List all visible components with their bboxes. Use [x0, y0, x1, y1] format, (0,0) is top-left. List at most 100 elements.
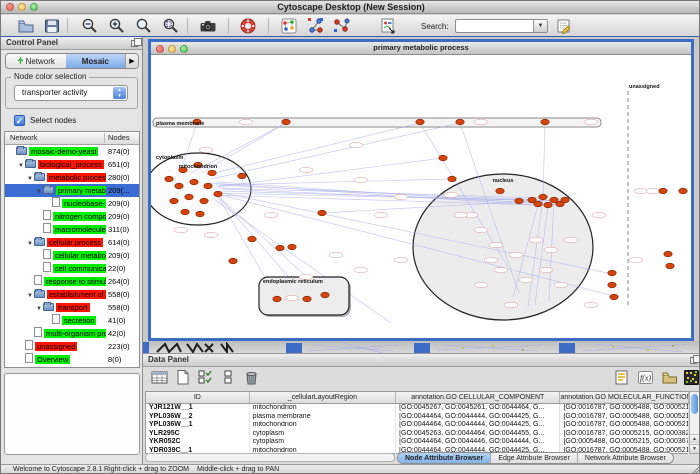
table-row[interactable]: YKR052Ccytoplasm[GO:0044464, GO:0044446,… — [146, 438, 689, 447]
table-cell[interactable]: [GO:0045267, GO:0045261, GO:0044464, G..… — [396, 404, 560, 413]
network-layout-icon[interactable] — [307, 17, 325, 35]
float-panel-icon[interactable] — [131, 40, 138, 47]
tree-row[interactable]: nucleobase-209(0) — [5, 197, 139, 210]
graph-node[interactable] — [539, 194, 547, 200]
graph-node[interactable] — [448, 176, 456, 182]
zoom-fit-icon[interactable] — [135, 17, 153, 35]
graph-node[interactable] — [608, 282, 616, 288]
tree-row[interactable]: macromolecule311(0) — [5, 223, 139, 236]
node-color-dropdown[interactable]: transporter activity ▲▼ — [14, 85, 128, 101]
network-canvas[interactable]: plasma membranecytoplasmmitochondrionnuc… — [151, 55, 691, 338]
function-builder-icon[interactable]: f(x) — [637, 369, 654, 386]
resize-grip[interactable] — [691, 466, 700, 474]
network-graph[interactable]: plasma membranecytoplasmmitochondrionnuc… — [151, 55, 691, 338]
select-attributes-icon[interactable] — [197, 369, 214, 386]
tree-row[interactable]: ▼establishment of lo558(0) — [5, 288, 139, 301]
report-icon[interactable] — [613, 369, 630, 386]
graph-node[interactable] — [561, 197, 569, 203]
table-cell[interactable]: cytoplasm — [250, 430, 396, 439]
network-view-window[interactable]: primary metabolic process plasma membran… — [148, 39, 694, 341]
graph-node[interactable] — [288, 244, 296, 250]
table-cell[interactable]: cytoplasm — [250, 438, 396, 447]
tree-row[interactable]: cell communicat22(0) — [5, 262, 139, 275]
graph-node[interactable] — [181, 209, 189, 215]
graph-node[interactable] — [273, 296, 281, 302]
graph-node[interactable] — [534, 201, 542, 207]
tree-row[interactable]: ▼primary metabo209(... — [5, 184, 139, 197]
scrollbar-thumb[interactable] — [691, 394, 698, 414]
attribute-table-icon[interactable] — [151, 369, 168, 386]
graph-node[interactable] — [416, 119, 424, 125]
search-dropdown-icon[interactable]: ▼ — [533, 19, 548, 33]
network-edit-icon[interactable] — [333, 17, 351, 35]
table-cell[interactable]: YKR052C — [146, 438, 250, 447]
tree-row[interactable]: response to stimulu264(0) — [5, 275, 139, 288]
graph-node[interactable] — [544, 202, 552, 208]
tree-row[interactable]: ▼cellular process614(0) — [5, 236, 139, 249]
snapshot-icon[interactable] — [199, 17, 217, 35]
table-row[interactable]: YJR121W__1mitochondrion[GO:0045267, GO:0… — [146, 404, 689, 413]
graph-node[interactable] — [170, 198, 178, 204]
select-nodes-checkbox[interactable]: ✓ — [14, 115, 25, 126]
graph-node[interactable] — [185, 194, 193, 200]
table-cell[interactable]: [GO:0016787, GO:0005488, GO:0005215, G..… — [560, 413, 689, 422]
save-icon[interactable] — [43, 17, 61, 35]
graph-node[interactable] — [541, 119, 549, 125]
tree-row[interactable]: unassigned223(0) — [5, 340, 139, 353]
table-row[interactable]: YPL036W__2plasma membrane[GO:0044464, GO… — [146, 413, 689, 422]
table-column-header[interactable]: annotation.GO CELLULAR_COMPONENT — [396, 392, 560, 403]
graph-node[interactable] — [679, 188, 687, 194]
graph-node[interactable] — [248, 236, 256, 242]
search-input[interactable] — [455, 19, 533, 33]
matrix-icon[interactable] — [683, 369, 700, 386]
graph-node[interactable] — [610, 294, 618, 300]
vizmapper-icon[interactable] — [280, 17, 298, 35]
table-cell[interactable]: [GO:0045263, GO:0044464, GO:0044455, G..… — [396, 430, 560, 439]
annotation-icon[interactable] — [379, 17, 397, 35]
table-row[interactable]: YLR295Ccytoplasm[GO:0045263, GO:0044464,… — [146, 430, 689, 439]
table-column-header[interactable]: ID — [146, 392, 250, 403]
tree-row[interactable]: nitrogen compo209(0) — [5, 210, 139, 223]
graph-node[interactable] — [200, 198, 208, 204]
table-cell[interactable]: mitochondrion — [250, 404, 396, 413]
import-attributes-icon[interactable] — [661, 369, 678, 386]
table-cell[interactable]: [GO:0016787, GO:0005488, GO:0005215, G..… — [560, 421, 689, 430]
zoom-selected-icon[interactable] — [162, 17, 180, 35]
graph-node[interactable] — [214, 191, 222, 197]
table-cell[interactable]: [GO:0044464, GO:0044446, GO:0044444, G..… — [396, 438, 560, 447]
table-row[interactable]: YPL036W__1mitochondrion[GO:0044464, GO:0… — [146, 421, 689, 430]
table-cell[interactable]: mitochondrion — [250, 421, 396, 430]
table-cell[interactable]: YPL036W__1 — [146, 421, 250, 430]
table-cell[interactable]: YJR121W__1 — [146, 404, 250, 413]
graph-node[interactable] — [515, 198, 523, 204]
graph-node[interactable] — [190, 179, 198, 185]
tree-row[interactable]: secretion41(0) — [5, 314, 139, 327]
graph-node[interactable] — [659, 188, 667, 194]
graph-node[interactable] — [196, 211, 204, 217]
network-view-titlebar[interactable]: primary metabolic process — [151, 42, 691, 55]
scroll-up-icon[interactable]: ▲ — [690, 434, 699, 443]
graph-node[interactable] — [175, 183, 183, 189]
tree-column-network[interactable]: Network — [10, 132, 38, 144]
open-icon[interactable] — [17, 17, 35, 35]
table-cell[interactable]: YPL036W__2 — [146, 413, 250, 422]
tree-row[interactable]: ▼metabolic process280(0) — [5, 171, 139, 184]
table-column-header[interactable]: _cellularLayoutRegion — [250, 392, 396, 403]
search-options-icon[interactable] — [555, 17, 573, 35]
graph-node[interactable] — [439, 155, 447, 161]
table-column-header[interactable]: annotation.GO MOLECULAR_FUNCTION — [560, 392, 689, 403]
tree-row[interactable]: ▼transport558(0) — [5, 301, 139, 314]
tab-overflow-icon[interactable]: ▶ — [125, 54, 138, 68]
table-cell[interactable]: [GO:0016787, GO:0005488, GO:0005215, G..… — [560, 404, 689, 413]
graph-node[interactable] — [664, 251, 672, 257]
table-cell[interactable]: [GO:0044464, GO:0044444, GO:0044425, G..… — [396, 413, 560, 422]
new-attribute-icon[interactable] — [174, 369, 191, 386]
float-panel-icon[interactable] — [690, 357, 697, 364]
delete-attribute-icon[interactable] — [243, 369, 260, 386]
graph-node[interactable] — [496, 188, 504, 194]
tree-row[interactable]: Overview8(0) — [5, 353, 139, 366]
table-horizontal-scrollbar[interactable] — [145, 453, 395, 462]
tree-row[interactable]: mosaic-demo-yeast874(0) — [5, 145, 139, 158]
graph-node[interactable] — [208, 170, 216, 176]
tree-column-nodes[interactable]: Nodes — [108, 132, 130, 144]
